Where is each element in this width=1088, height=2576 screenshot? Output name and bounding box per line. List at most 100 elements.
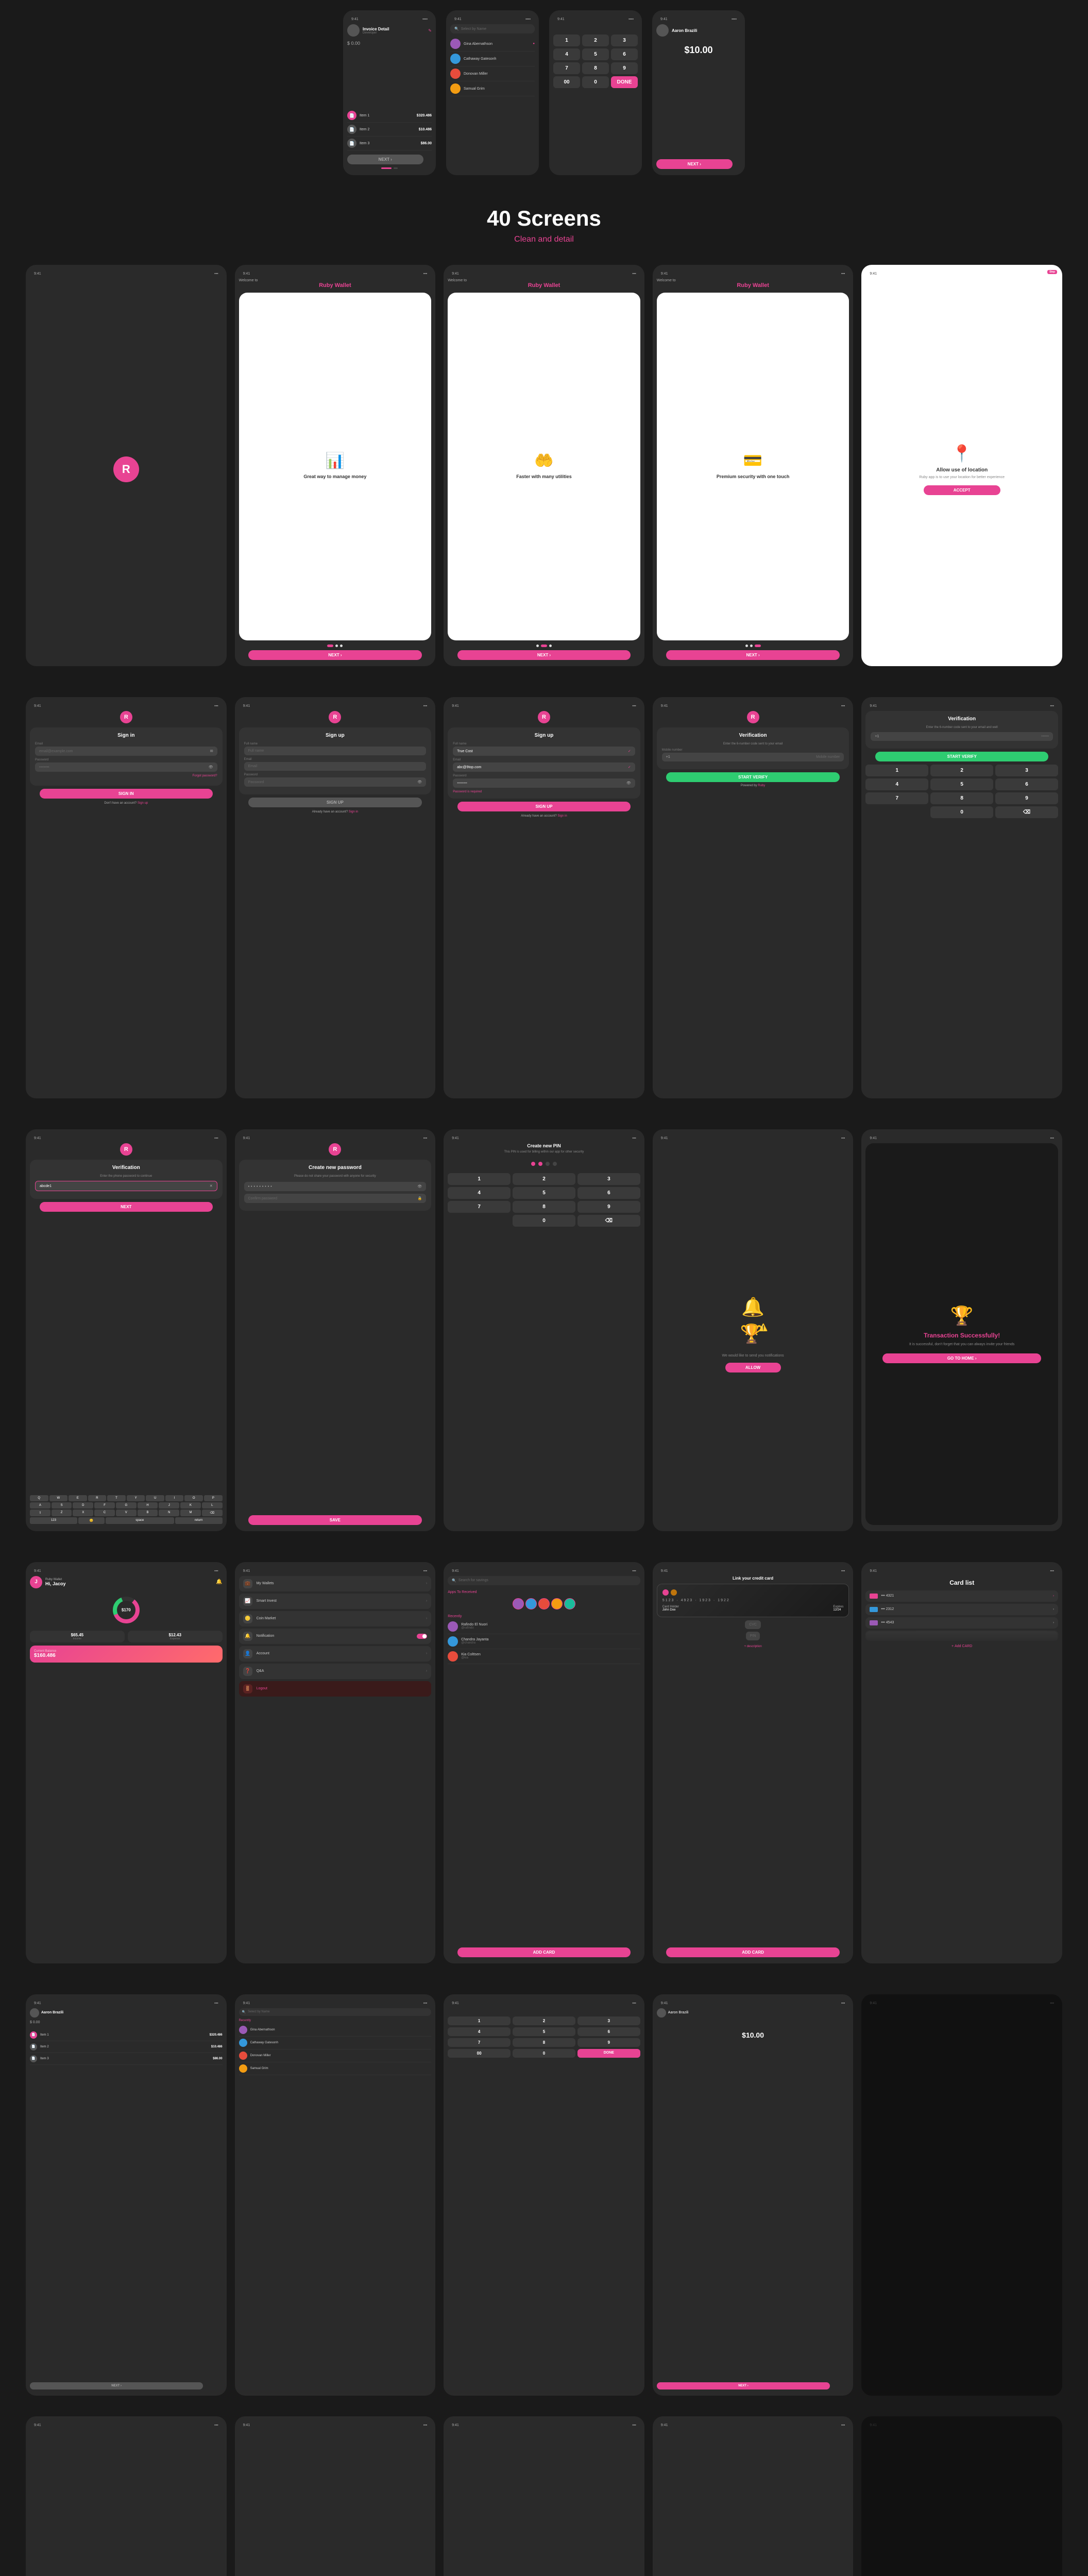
- bell-icon[interactable]: 🔔: [216, 1579, 222, 1585]
- kb-v[interactable]: V: [116, 1510, 137, 1516]
- kb-z[interactable]: Z: [52, 1510, 72, 1516]
- card-item-1[interactable]: ••• 4321 ›: [865, 1590, 1058, 1602]
- pin-key-4[interactable]: 4: [553, 48, 580, 60]
- menu-account[interactable]: 👤 Account ›: [239, 1646, 432, 1662]
- menu-coin[interactable]: 🪙 Coin Market ›: [239, 1611, 432, 1626]
- cpk-9[interactable]: 9: [577, 1201, 640, 1213]
- kb-p[interactable]: P: [204, 1495, 223, 1501]
- vpk-3[interactable]: 3: [995, 765, 1058, 776]
- kb-123[interactable]: 123: [30, 1517, 77, 1524]
- pin-card-input[interactable]: PIN: [746, 1632, 760, 1640]
- cpk-5[interactable]: 5: [513, 1187, 575, 1199]
- card-item-3[interactable]: ••• 4543 ›: [865, 1617, 1058, 1629]
- add-card-contacts-btn[interactable]: ADD CARD: [457, 1947, 631, 1957]
- cvc-input[interactable]: CVC: [745, 1620, 761, 1629]
- kb-o[interactable]: O: [184, 1495, 203, 1501]
- spk-9[interactable]: 9: [577, 2038, 640, 2047]
- signup-button-2[interactable]: SIGN UP: [457, 802, 631, 811]
- edit-icon-top[interactable]: ✎: [428, 28, 432, 33]
- fullname-input[interactable]: Full name: [244, 747, 427, 755]
- mobile-input[interactable]: +1 Mobile number: [662, 753, 844, 761]
- vpk-4[interactable]: 4: [865, 778, 928, 790]
- spk-5[interactable]: 5: [513, 2027, 575, 2036]
- kb-r[interactable]: R: [88, 1495, 107, 1501]
- password-input[interactable]: •••••••• 👁: [35, 762, 217, 772]
- next-btn-onboard2[interactable]: NEXT ›: [457, 650, 631, 660]
- kb-q[interactable]: Q: [30, 1495, 48, 1501]
- next-btn-small[interactable]: NEXT ›: [30, 2382, 203, 2389]
- pin-key-6[interactable]: 6: [611, 48, 638, 60]
- kb-return[interactable]: return: [175, 1517, 223, 1524]
- kb-s[interactable]: S: [52, 1502, 72, 1509]
- kb-b[interactable]: B: [138, 1510, 158, 1516]
- vpk-8[interactable]: 8: [930, 792, 993, 804]
- menu-logout[interactable]: 🚪 Logout: [239, 1681, 432, 1697]
- kb-space[interactable]: space: [106, 1517, 174, 1524]
- kb-w[interactable]: W: [49, 1495, 68, 1501]
- contacts-search[interactable]: 🔍 Search for savings: [448, 1576, 640, 1585]
- vpk-9[interactable]: 9: [995, 792, 1058, 804]
- cpk-0[interactable]: 0: [513, 1215, 575, 1227]
- kb-h[interactable]: H: [138, 1502, 158, 1509]
- kb-n[interactable]: N: [159, 1510, 179, 1516]
- spk-1[interactable]: 1: [448, 2016, 511, 2025]
- kb-c[interactable]: C: [94, 1510, 115, 1516]
- pin-key-2[interactable]: 2: [582, 35, 609, 46]
- accept-button[interactable]: ACCEPT: [924, 485, 1000, 495]
- pin-key-3[interactable]: 3: [611, 35, 638, 46]
- new-password-input[interactable]: ••••••••• 👁: [244, 1182, 427, 1191]
- verify-code-input[interactable]: +1 ••••••: [871, 732, 1053, 741]
- next-button-invoice[interactable]: NEXT ›: [347, 155, 423, 164]
- spk-0[interactable]: 0: [513, 2049, 575, 2058]
- pin-key-8[interactable]: 8: [582, 62, 609, 74]
- notification-toggle[interactable]: [417, 1634, 427, 1639]
- vpk-5[interactable]: 5: [930, 778, 993, 790]
- signin-button[interactable]: SIGN IN: [40, 789, 213, 799]
- kb-emoji[interactable]: 😊: [78, 1517, 105, 1524]
- spk-7[interactable]: 7: [448, 2038, 511, 2047]
- kb-y[interactable]: Y: [127, 1495, 145, 1501]
- kb-a[interactable]: A: [30, 1502, 50, 1509]
- pin-key-5[interactable]: 5: [582, 48, 609, 60]
- next-btn-vkb[interactable]: NEXT: [40, 1202, 213, 1212]
- kb-g[interactable]: G: [116, 1502, 137, 1509]
- vpk-6[interactable]: 6: [995, 778, 1058, 790]
- kb-t[interactable]: T: [107, 1495, 126, 1501]
- kb-f[interactable]: F: [94, 1502, 115, 1509]
- signup-password-input[interactable]: Password 👁: [244, 777, 427, 787]
- cpk-del[interactable]: ⌫: [577, 1215, 640, 1227]
- vpk-2[interactable]: 2: [930, 765, 993, 776]
- cpk-3[interactable]: 3: [577, 1173, 640, 1185]
- kb-d[interactable]: D: [73, 1502, 93, 1509]
- spk-4[interactable]: 4: [448, 2027, 511, 2036]
- signup-email-input[interactable]: Email: [244, 762, 427, 771]
- search-by-name[interactable]: 🔍 Select by Name: [450, 24, 535, 33]
- vpk-1[interactable]: 1: [865, 765, 928, 776]
- next-btn-onboard3[interactable]: NEXT ›: [666, 650, 839, 660]
- email-input[interactable]: email@example.com ✉: [35, 747, 217, 756]
- add-card-btn[interactable]: ADD CARD: [666, 1947, 839, 1957]
- next-btn-onboard1[interactable]: NEXT ›: [248, 650, 421, 660]
- allow-notif-btn[interactable]: ALLOW: [725, 1363, 781, 1372]
- pin-key-0[interactable]: 0: [582, 76, 609, 88]
- start-verify-btn-1[interactable]: START VERIFY: [666, 772, 839, 782]
- spk-6[interactable]: 6: [577, 2027, 640, 2036]
- menu-notification[interactable]: 🔔 Notification: [239, 1629, 432, 1644]
- kb-l[interactable]: L: [202, 1502, 223, 1509]
- cpk-8[interactable]: 8: [513, 1201, 575, 1213]
- pin-key-9[interactable]: 9: [611, 62, 638, 74]
- add-card-link[interactable]: + Add CARD: [951, 1645, 972, 1648]
- signup-button-1[interactable]: SIGN UP: [248, 798, 421, 807]
- verify-kb-input[interactable]: abcde1 ✕: [35, 1181, 217, 1191]
- kb-k[interactable]: K: [180, 1502, 201, 1509]
- next-button-amount[interactable]: NEXT ›: [656, 159, 733, 169]
- pin-key-7[interactable]: 7: [553, 62, 580, 74]
- menu-wallets[interactable]: 💼 My Wallets ›: [239, 1576, 432, 1591]
- spk-3[interactable]: 3: [577, 2016, 640, 2025]
- cpk-1[interactable]: 1: [448, 1173, 511, 1185]
- small-search[interactable]: 🔍 Select by Name: [239, 2008, 432, 2016]
- kb-u[interactable]: U: [146, 1495, 164, 1501]
- name-field-filled[interactable]: True Cost ✓: [453, 747, 635, 756]
- kb-e[interactable]: E: [69, 1495, 87, 1501]
- cpk-6[interactable]: 6: [577, 1187, 640, 1199]
